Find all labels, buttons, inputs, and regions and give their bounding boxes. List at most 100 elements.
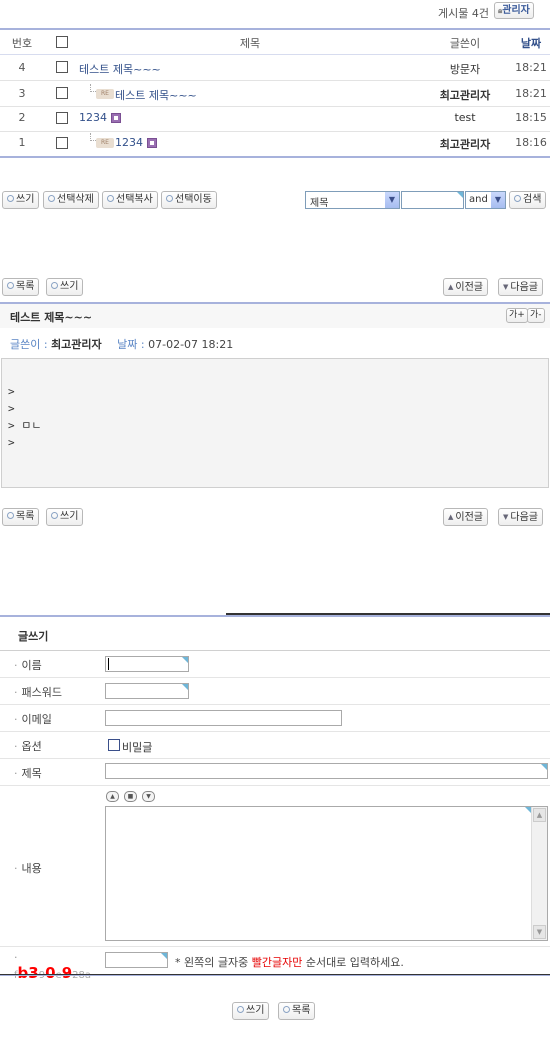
row-num: 1 bbox=[18, 136, 26, 149]
email-label-text: 이메일 bbox=[21, 713, 52, 726]
header-writer: 글쓴이 bbox=[449, 37, 481, 50]
text-cursor bbox=[108, 658, 109, 670]
chevron-up-icon: ▲ bbox=[448, 513, 454, 521]
chevron-down-icon: ▼ bbox=[503, 513, 509, 521]
editor-reset-height-icon[interactable]: ■ bbox=[124, 791, 137, 802]
secret-checkbox[interactable] bbox=[108, 739, 120, 751]
row-writer[interactable]: test bbox=[415, 111, 515, 124]
row-writer[interactable]: 최고관리자 bbox=[415, 87, 515, 103]
admin-button[interactable]: 🔒︎관리자 bbox=[494, 2, 534, 19]
back-to-list-button[interactable]: 목록 bbox=[278, 1002, 316, 1020]
name-label: · 이름 bbox=[14, 659, 42, 672]
row-checkbox[interactable] bbox=[56, 61, 68, 73]
captcha-char: 0 bbox=[45, 964, 56, 982]
write-button-label: 쓰기 bbox=[60, 281, 79, 292]
copy-selected-label: 선택복사 bbox=[116, 194, 153, 205]
search-field-select[interactable]: 제목 ▼ bbox=[305, 191, 400, 209]
scroll-down-icon[interactable]: ▼ bbox=[533, 925, 546, 939]
content-line: > bbox=[8, 402, 15, 415]
form-divider bbox=[0, 677, 550, 678]
secret-label: 비밀글 bbox=[122, 741, 153, 754]
admin-button-label: 관리자 bbox=[502, 5, 530, 16]
row-date: 18:15 bbox=[515, 111, 547, 124]
password-input[interactable] bbox=[105, 683, 189, 699]
write-button-label: 쓰기 bbox=[60, 511, 79, 522]
bullet-icon bbox=[51, 511, 58, 519]
password-label-text: 패스워드 bbox=[21, 686, 62, 699]
next-post-label: 다음글 bbox=[510, 512, 538, 523]
options-label: · 옵션 bbox=[14, 740, 42, 753]
submit-write-button[interactable]: 쓰기 bbox=[232, 1002, 270, 1020]
row-title-link[interactable]: 1234 bbox=[115, 136, 143, 149]
form-divider bbox=[0, 731, 550, 732]
captcha-hint: * 왼쪽의 글자중 빨간글자만 순서대로 입력하세요. bbox=[175, 954, 404, 970]
font-increase-button[interactable]: 가+ bbox=[506, 308, 528, 323]
list-button-label: 목록 bbox=[16, 281, 35, 292]
chevron-up-icon: ▲ bbox=[448, 283, 454, 291]
email-input[interactable] bbox=[105, 710, 342, 726]
bullet-icon bbox=[51, 281, 58, 289]
editor-decrease-height-icon[interactable]: ▼ bbox=[142, 791, 155, 802]
password-label: · 패스워드 bbox=[14, 686, 62, 699]
row-num: 3 bbox=[18, 87, 26, 100]
bullet-icon bbox=[7, 511, 14, 519]
row-date: 18:16 bbox=[515, 136, 547, 149]
content-textarea[interactable]: ▲ ▼ bbox=[105, 806, 548, 941]
captcha-hint-prefix: * 왼쪽의 글자중 bbox=[175, 956, 252, 969]
copy-selected-button[interactable]: 선택복사 bbox=[102, 191, 158, 209]
prev-post-button[interactable]: ▲ 이전글 bbox=[443, 278, 488, 296]
post-writer[interactable]: 최고관리자 bbox=[51, 338, 102, 351]
row-title-link[interactable]: 테스트 제목~~~ bbox=[115, 87, 197, 103]
next-post-button[interactable]: ▼ 다음글 bbox=[498, 278, 543, 296]
options-label-text: 옵션 bbox=[21, 740, 42, 753]
row-title-link[interactable]: 1234 bbox=[79, 111, 107, 124]
scroll-up-icon[interactable]: ▲ bbox=[533, 808, 546, 822]
search-operator-select[interactable]: and ▼ bbox=[465, 191, 506, 209]
list-button[interactable]: 목록 bbox=[2, 508, 40, 526]
font-decrease-button[interactable]: 가- bbox=[527, 308, 545, 323]
next-post-button[interactable]: ▼ 다음글 bbox=[498, 508, 543, 526]
row-writer[interactable]: 최고관리자 bbox=[415, 136, 515, 152]
search-button-label: 검색 bbox=[523, 194, 542, 205]
write-button[interactable]: 쓰기 bbox=[46, 508, 84, 526]
row-title-wrap: 1234 bbox=[79, 111, 121, 124]
editor-increase-height-icon[interactable]: ▲ bbox=[106, 791, 119, 802]
write-button[interactable]: 쓰기 bbox=[46, 278, 84, 296]
row-checkbox[interactable] bbox=[56, 137, 68, 149]
bullet-icon bbox=[7, 194, 14, 202]
list-button-label: 목록 bbox=[16, 511, 35, 522]
row-writer[interactable]: 방문자 bbox=[415, 61, 515, 77]
back-to-list-label: 목록 bbox=[292, 1005, 311, 1016]
search-input[interactable] bbox=[401, 191, 464, 209]
subject-label: · 제목 bbox=[14, 767, 42, 780]
content-label: · 내용 bbox=[14, 862, 42, 875]
prev-post-button[interactable]: ▲ 이전글 bbox=[443, 508, 488, 526]
search-button[interactable]: 검색 bbox=[509, 191, 547, 209]
chevron-down-icon: ▼ bbox=[490, 192, 505, 208]
email-label: · 이메일 bbox=[14, 713, 52, 726]
reply-icon: RE bbox=[96, 136, 116, 149]
row-checkbox[interactable] bbox=[56, 87, 68, 99]
subject-input[interactable] bbox=[105, 763, 548, 779]
search-operator-value: and bbox=[469, 194, 488, 205]
image-attachment-icon bbox=[147, 138, 157, 148]
row-date: 18:21 bbox=[515, 61, 547, 74]
textarea-scrollbar[interactable]: ▲ ▼ bbox=[531, 807, 547, 940]
delete-selected-button[interactable]: 선택삭제 bbox=[43, 191, 99, 209]
list-button[interactable]: 목록 bbox=[2, 278, 40, 296]
post-title-bar: 테스트 제목~~~ 가+ 가- bbox=[0, 304, 550, 328]
form-top-line bbox=[0, 615, 550, 617]
captcha-input[interactable] bbox=[105, 952, 168, 968]
table-row: 2 1234 test 18:15 bbox=[0, 107, 550, 131]
content-line: > bbox=[8, 436, 15, 449]
write-button[interactable]: 쓰기 bbox=[2, 191, 40, 209]
move-selected-button[interactable]: 선택이동 bbox=[161, 191, 217, 209]
name-input[interactable] bbox=[105, 656, 189, 672]
header-title: 제목 bbox=[239, 37, 261, 50]
date-label: 날짜 : bbox=[117, 338, 145, 351]
row-title-link[interactable]: 테스트 제목~~~ bbox=[79, 61, 161, 77]
row-num: 2 bbox=[18, 111, 26, 124]
subject-label-text: 제목 bbox=[21, 767, 42, 780]
row-checkbox[interactable] bbox=[56, 112, 68, 124]
select-all-checkbox[interactable] bbox=[56, 36, 68, 48]
